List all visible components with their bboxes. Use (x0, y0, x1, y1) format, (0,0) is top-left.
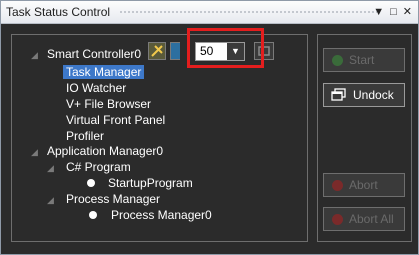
status-bullet-icon (89, 211, 97, 219)
abort-all-label: Abort All (349, 212, 394, 226)
start-label: Start (349, 53, 375, 67)
start-icon (332, 54, 343, 66)
window-title: Task Status Control (6, 5, 111, 19)
abort-icon (332, 179, 343, 191)
abort-all-icon (332, 213, 343, 225)
toolbar-options-icon[interactable] (254, 42, 274, 60)
tree-node-profiler[interactable]: Profiler (66, 129, 104, 143)
tree-node-process-manager[interactable]: Process Manager (66, 192, 160, 206)
tree-node-startup-program[interactable]: StartupProgram (108, 176, 193, 190)
undock-icon (331, 88, 346, 101)
tree-node-file-browser[interactable]: V+ File Browser (66, 97, 151, 111)
chevron-down-icon[interactable]: ▼ (227, 43, 244, 60)
tree-node-smart-controller[interactable]: Smart Controller0 (47, 47, 141, 61)
tree-node-process-manager0[interactable]: Process Manager0 (111, 208, 212, 222)
abort-all-button[interactable]: Abort All (323, 207, 405, 231)
status-bullet-icon (87, 179, 95, 187)
task-status-control-window: Task Status Control ▼ □ ✕ ◢ Smart Contro… (0, 0, 419, 255)
abort-label: Abort (349, 178, 378, 192)
maximize-icon[interactable]: □ (390, 4, 397, 20)
abort-button[interactable]: Abort (323, 173, 405, 197)
collapse-caret-icon[interactable]: ◢ (31, 50, 38, 61)
tree-node-io-watcher[interactable]: IO Watcher (66, 81, 126, 95)
drag-grip[interactable] (119, 10, 377, 15)
undock-button[interactable]: Undock (323, 83, 405, 107)
collapse-caret-icon[interactable]: ◢ (47, 163, 54, 174)
collapse-caret-icon[interactable]: ◢ (47, 195, 54, 206)
tree-node-application-manager[interactable]: Application Manager0 (47, 144, 163, 158)
title-bar: Task Status Control ▼ □ ✕ (1, 1, 418, 24)
update-interval-value: 50 (200, 44, 214, 58)
close-icon[interactable]: ✕ (403, 4, 412, 20)
window-menu-dropdown-icon[interactable]: ▼ (373, 4, 384, 20)
refresh-icon[interactable] (170, 42, 180, 60)
tree-node-virtual-front-panel[interactable]: Virtual Front Panel (66, 113, 165, 127)
collapse-caret-icon[interactable]: ◢ (31, 147, 38, 158)
tree-node-task-manager[interactable]: Task Manager (63, 65, 145, 79)
tree-node-csharp-program[interactable]: C# Program (66, 160, 131, 174)
undock-label: Undock (353, 88, 394, 102)
disconnect-icon[interactable] (148, 42, 166, 60)
update-interval-select[interactable]: 50 ▼ (195, 42, 245, 61)
start-button[interactable]: Start (323, 48, 405, 72)
